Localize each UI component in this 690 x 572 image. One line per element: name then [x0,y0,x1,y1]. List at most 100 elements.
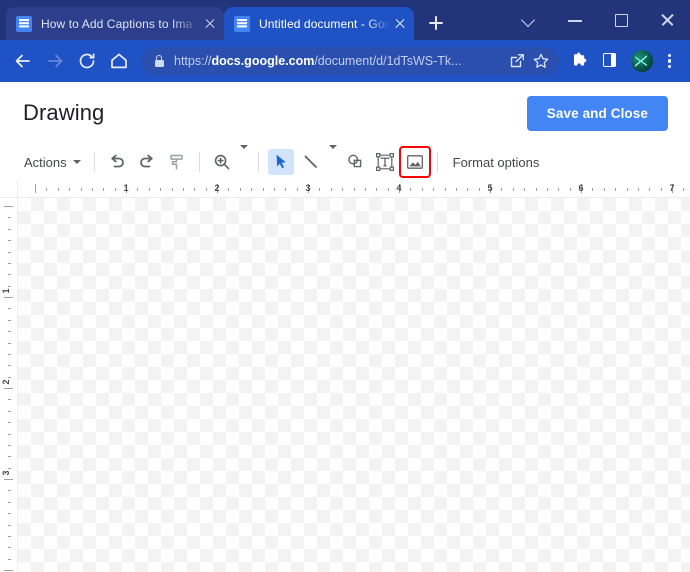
ruler-tick [8,274,11,276]
paint-format-button[interactable] [164,149,190,175]
ruler-tick [8,558,11,560]
ruler-tick [8,251,11,253]
ruler-tick [8,217,11,219]
toolbar-divider [257,152,259,172]
close-icon[interactable] [202,16,218,32]
drawing-canvas[interactable] [18,198,690,572]
ruler-tick [8,240,11,242]
ruler-tick [8,467,11,469]
ruler-tick [8,342,11,344]
ruler-tick [148,188,150,191]
ruler-tick [444,188,446,191]
browser-tab-2[interactable]: Untitled document - Google [224,7,414,40]
puzzle-piece-icon[interactable] [567,47,595,75]
ruler-number: 7 [669,183,675,193]
line-tool-dropdown[interactable] [326,145,340,175]
ruler-tick [410,188,412,191]
ruler-tick [4,297,13,298]
tab-title: How to Add Captions to Ima [41,16,193,31]
three-dot-menu-icon[interactable] [656,47,682,75]
new-tab-button[interactable] [422,9,450,37]
url-bar[interactable]: https://docs.google.com/document/d/1dTsW… [142,47,559,75]
chevron-down-icon [72,160,81,164]
ruler-number: 2 [214,183,220,193]
ruler-tick [8,331,11,333]
maximize-button[interactable] [598,0,644,40]
ruler-tick [637,188,639,191]
avatar[interactable] [631,50,653,72]
ruler-tick [8,285,11,287]
zoom-dropdown[interactable] [237,145,251,175]
save-and-close-button[interactable]: Save and Close [526,95,668,131]
ruler-tick [319,188,321,191]
ruler-tick [433,188,435,191]
ruler-tick [35,184,36,193]
ruler-tick [91,188,93,191]
ruler-number: 1 [1,288,11,294]
ruler-tick [376,188,378,191]
ruler-tick [649,188,651,191]
format-options-button[interactable]: Format options [445,151,548,174]
close-icon[interactable] [392,16,408,32]
zoom-button[interactable] [209,149,235,175]
ruler-tick [4,570,13,571]
side-panel-icon[interactable] [597,47,625,75]
browser-window: How to Add Captions to Ima Untitled docu… [0,0,690,572]
ruler-tick [8,399,11,401]
ruler-tick [8,422,11,424]
address-bar: https://docs.google.com/document/d/1dTsW… [0,40,690,82]
ruler-tick [512,188,514,191]
ruler-tick [57,188,59,191]
drawing-work-area: 1 2 3 4 5 6 7 1 2 3 [0,180,690,572]
ruler-number: 4 [396,183,402,193]
home-icon[interactable] [104,46,134,76]
ruler-tick [8,376,11,378]
ruler-tick [8,513,11,515]
ruler-tick [137,188,139,191]
ruler-tick [8,547,11,549]
chevron-down-icon [239,145,248,166]
ruler-tick [569,188,571,191]
ruler-tick [251,188,253,191]
forward-arrow-icon[interactable] [40,46,70,76]
browser-tab-1[interactable]: How to Add Captions to Ima [6,7,224,40]
ruler-tick [467,188,469,191]
undo-button[interactable] [104,149,130,175]
actions-menu[interactable]: Actions [18,151,87,174]
ruler-tick [69,188,71,191]
text-box-tool-button[interactable] [372,149,398,175]
ruler-tick [364,188,366,191]
ruler-tick [683,188,685,191]
ruler-tick [4,206,13,207]
google-docs-icon [234,15,250,32]
ruler-tick [296,188,298,191]
minimize-button[interactable] [552,0,598,40]
ruler-number: 2 [1,379,11,385]
star-icon[interactable] [529,49,553,73]
ruler-tick [273,188,275,191]
line-tool-button[interactable] [298,149,324,175]
ruler-tick [615,188,617,191]
ruler-tick [8,524,11,526]
ruler-tick [478,188,480,191]
reload-icon[interactable] [72,46,102,76]
share-icon[interactable] [505,49,529,73]
ruler-tick [501,188,503,191]
horizontal-ruler[interactable]: 1 2 3 4 5 6 7 [0,180,690,198]
ruler-tick [8,308,11,310]
image-tool-button[interactable] [398,146,431,178]
close-window-button[interactable] [644,0,690,40]
back-arrow-icon[interactable] [8,46,38,76]
ruler-number: 1 [123,183,129,193]
ruler-tick [8,490,11,492]
toolbar-divider [198,152,200,172]
vertical-ruler[interactable]: 1 2 3 [0,198,18,572]
page-content: Drawing Save and Close Actions Format op… [0,82,690,572]
select-tool-button[interactable] [267,149,294,175]
tab-search-chevron-icon[interactable] [506,0,552,40]
shape-tool-button[interactable] [342,149,368,175]
redo-button[interactable] [134,149,160,175]
canvas-row: 1 2 3 [0,198,690,572]
ruler-tick [558,188,560,191]
ruler-tick [205,188,207,191]
